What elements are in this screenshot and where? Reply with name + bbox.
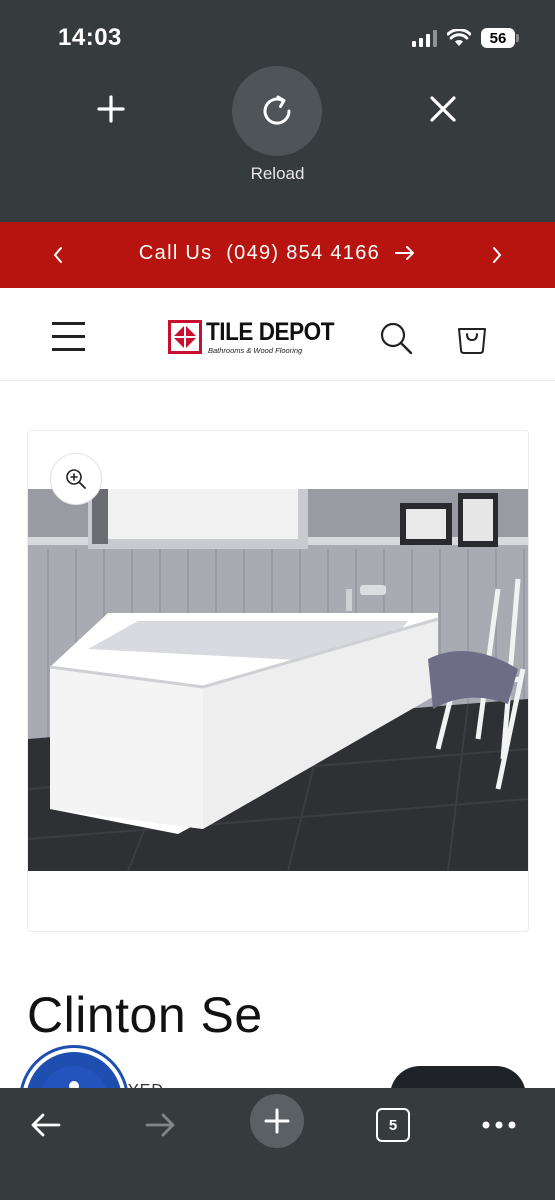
tabs-icon: 5 bbox=[376, 1108, 410, 1142]
back-button[interactable] bbox=[20, 1100, 70, 1150]
browser-toolbar: 5 bbox=[0, 1088, 555, 1200]
menu-button[interactable] bbox=[52, 322, 86, 352]
arrow-right-icon bbox=[395, 246, 415, 260]
back-icon bbox=[31, 1113, 61, 1137]
announcement-bar: Call Us (049) 854 4166 bbox=[0, 222, 555, 288]
logo-title: TILE DEPOT bbox=[206, 318, 335, 346]
chevron-right-icon bbox=[493, 247, 502, 263]
wifi-icon bbox=[447, 29, 471, 46]
forward-button[interactable] bbox=[136, 1100, 186, 1150]
status-time: 14:03 bbox=[58, 24, 122, 51]
cellular-signal-icon bbox=[412, 29, 437, 47]
more-button[interactable] bbox=[474, 1100, 524, 1150]
logo-tile-icon bbox=[168, 320, 202, 355]
announcement-text: Call Us (049) 854 4166 bbox=[138, 241, 381, 264]
new-tab-overlay-button[interactable] bbox=[86, 84, 136, 134]
site-logo[interactable]: TILE DEPOT Bathrooms & Wood Flooring bbox=[168, 320, 348, 355]
site-header: TILE DEPOT Bathrooms & Wood Flooring bbox=[0, 288, 555, 381]
more-icon bbox=[482, 1121, 516, 1129]
product-title: Clinton Se bbox=[27, 987, 263, 1043]
battery-icon: 56 bbox=[481, 28, 519, 48]
search-button[interactable] bbox=[376, 318, 416, 358]
logo-subtitle: Bathrooms & Wood Flooring bbox=[208, 346, 303, 355]
announcement-next-button[interactable] bbox=[477, 222, 517, 288]
reload-label: Reload bbox=[250, 164, 305, 183]
forward-icon bbox=[145, 1113, 175, 1137]
zoom-in-icon bbox=[66, 469, 86, 489]
zoom-button[interactable] bbox=[50, 453, 102, 505]
reload-button[interactable] bbox=[232, 66, 322, 156]
browser-overlay: 14:03 56 Reload bbox=[0, 0, 555, 222]
close-overlay-button[interactable] bbox=[418, 84, 468, 134]
product-media-card bbox=[27, 430, 529, 932]
search-icon bbox=[380, 322, 413, 355]
plus-icon bbox=[97, 95, 125, 123]
announcement-link[interactable]: Call Us (049) 854 4166 bbox=[0, 222, 555, 284]
cart-button[interactable] bbox=[452, 318, 492, 358]
status-icons: 56 bbox=[412, 26, 519, 50]
reload-icon bbox=[263, 95, 291, 125]
tabs-button[interactable]: 5 bbox=[368, 1100, 418, 1150]
new-tab-button[interactable] bbox=[250, 1094, 304, 1148]
close-icon bbox=[430, 96, 456, 122]
new-tab-icon bbox=[264, 1108, 290, 1134]
product-image[interactable] bbox=[28, 489, 528, 871]
hamburger-icon bbox=[52, 322, 85, 325]
cart-icon bbox=[458, 328, 486, 354]
